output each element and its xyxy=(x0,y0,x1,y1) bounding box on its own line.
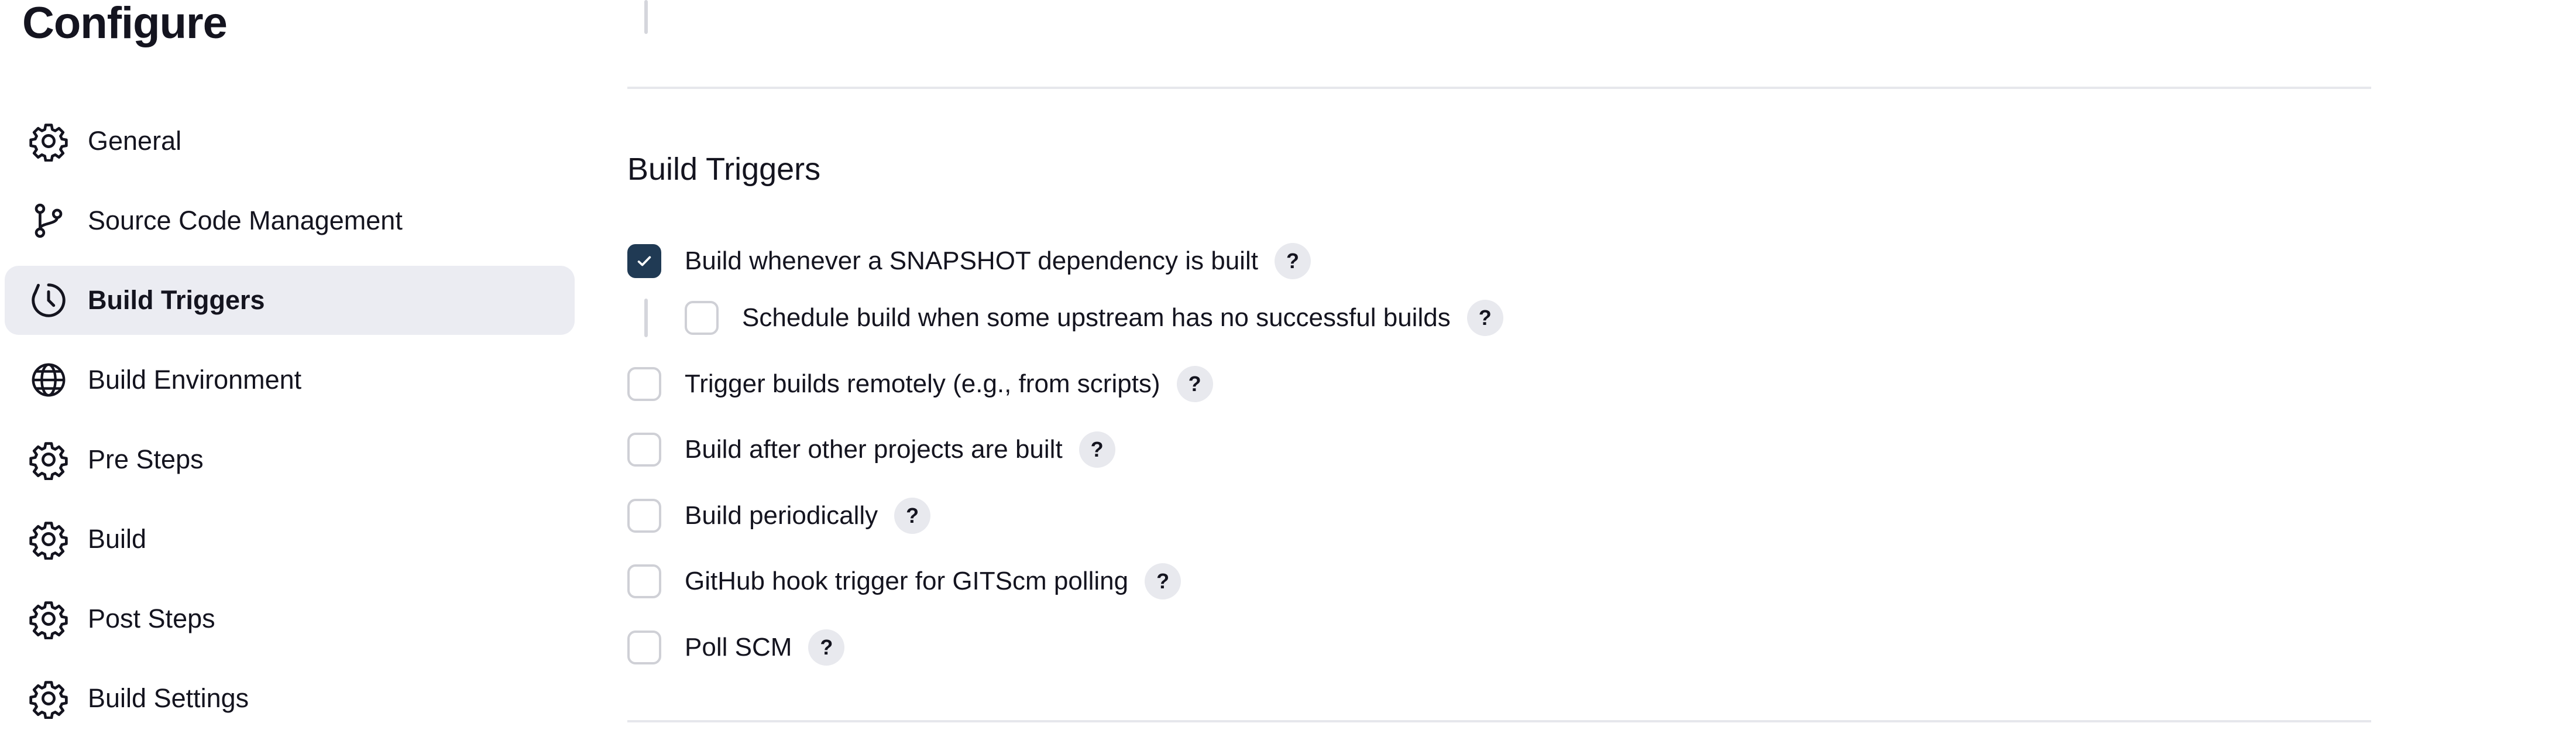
sidebar-item-label: Build Triggers xyxy=(88,285,265,315)
gear-icon xyxy=(28,439,69,480)
sidebar-item-pre-steps[interactable]: Pre Steps xyxy=(5,425,575,494)
option-label: Trigger builds remotely (e.g., from scri… xyxy=(685,369,1160,398)
snapshot-dependency-checkbox[interactable] xyxy=(627,244,661,278)
help-icon[interactable]: ? xyxy=(1176,366,1213,402)
sidebar: General Source Code Management Build Tri… xyxy=(5,107,575,743)
sidebar-item-build-environment[interactable]: Build Environment xyxy=(5,345,575,414)
option-label: Build after other projects are built xyxy=(685,435,1063,464)
nested-indent-line xyxy=(644,299,648,337)
section-divider xyxy=(627,720,2371,722)
sidebar-item-label: General xyxy=(88,126,182,156)
configure-page: Configure General Source Code Management… xyxy=(0,0,2576,747)
sidebar-item-label: Pre Steps xyxy=(88,444,204,474)
sidebar-item-label: Post Steps xyxy=(88,604,215,633)
sidebar-item-general[interactable]: General xyxy=(5,107,575,176)
gear-icon xyxy=(28,519,69,560)
upstream-no-success-checkbox[interactable] xyxy=(685,301,719,335)
sidebar-item-label: Build Settings xyxy=(88,683,249,713)
section-divider xyxy=(627,87,2371,89)
poll-scm-checkbox[interactable] xyxy=(627,631,661,664)
timer-icon xyxy=(28,280,69,321)
nested-indent-line xyxy=(644,0,648,34)
help-icon[interactable]: ? xyxy=(1274,243,1311,279)
sidebar-item-build-settings[interactable]: Build Settings xyxy=(5,664,575,733)
option-label: Build periodically xyxy=(685,501,878,530)
trigger-option-periodically: Build periodically ? xyxy=(627,496,931,535)
option-label: Build whenever a SNAPSHOT dependency is … xyxy=(685,246,1258,275)
sidebar-item-source-code-management[interactable]: Source Code Management xyxy=(5,186,575,255)
help-icon[interactable]: ? xyxy=(894,498,931,534)
check-icon xyxy=(637,256,651,266)
help-icon[interactable]: ? xyxy=(808,629,845,666)
trigger-option-github-hook: GitHub hook trigger for GITScm polling ? xyxy=(627,562,1181,601)
trigger-option-remote: Trigger builds remotely (e.g., from scri… xyxy=(627,365,1213,403)
github-hook-checkbox[interactable] xyxy=(627,564,661,598)
sidebar-item-label: Source Code Management xyxy=(88,205,403,235)
help-icon[interactable]: ? xyxy=(1079,431,1115,468)
page-title: Configure xyxy=(22,0,228,48)
globe-icon xyxy=(28,359,69,400)
build-after-other-projects-checkbox[interactable] xyxy=(627,433,661,467)
gear-icon xyxy=(28,121,69,162)
build-periodically-checkbox[interactable] xyxy=(627,499,661,533)
option-label: Schedule build when some upstream has no… xyxy=(742,303,1451,332)
trigger-option-upstream-no-success: Schedule build when some upstream has no… xyxy=(685,299,1503,337)
sidebar-item-label: Build xyxy=(88,524,147,554)
trigger-option-snapshot-dependency: Build whenever a SNAPSHOT dependency is … xyxy=(627,242,1311,280)
help-icon[interactable]: ? xyxy=(1145,563,1181,599)
trigger-remotely-checkbox[interactable] xyxy=(627,367,661,401)
gear-icon xyxy=(28,598,69,639)
trigger-option-after-other-projects: Build after other projects are built ? xyxy=(627,430,1115,469)
sidebar-item-label: Build Environment xyxy=(88,365,302,395)
sidebar-item-build[interactable]: Build xyxy=(5,505,575,574)
trigger-option-poll-scm: Poll SCM ? xyxy=(627,628,845,667)
option-label: GitHub hook trigger for GITScm polling xyxy=(685,567,1129,595)
sidebar-item-build-triggers[interactable]: Build Triggers xyxy=(5,266,575,335)
git-branch-icon xyxy=(28,200,69,241)
option-label: Poll SCM xyxy=(685,633,792,662)
help-icon[interactable]: ? xyxy=(1466,300,1503,336)
gear-icon xyxy=(28,678,69,719)
section-title: Build Triggers xyxy=(627,152,821,187)
sidebar-item-post-steps[interactable]: Post Steps xyxy=(5,584,575,653)
